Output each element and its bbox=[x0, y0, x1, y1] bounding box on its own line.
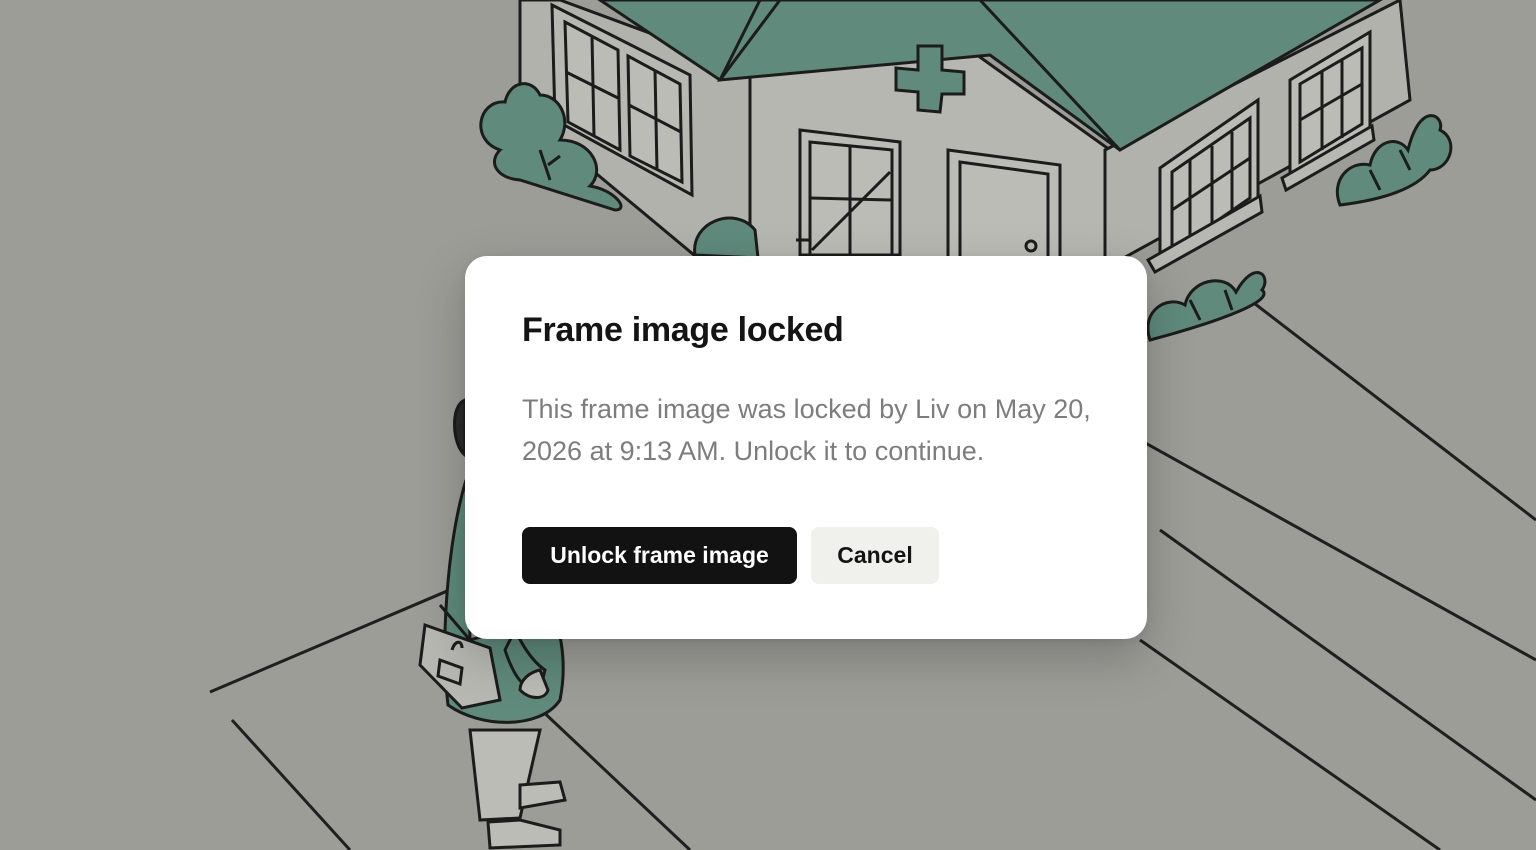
app-stage: Frame image locked This frame image was … bbox=[0, 0, 1536, 850]
dialog-message: This frame image was locked by Liv on Ma… bbox=[522, 394, 1091, 466]
cancel-button[interactable]: Cancel bbox=[811, 527, 939, 584]
dialog-title: Frame image locked bbox=[522, 311, 844, 349]
unlock-frame-image-button[interactable]: Unlock frame image bbox=[522, 527, 797, 584]
lock-dialog: Frame image locked This frame image was … bbox=[465, 256, 1147, 639]
dialog-actions: Unlock frame image Cancel bbox=[522, 527, 1090, 584]
